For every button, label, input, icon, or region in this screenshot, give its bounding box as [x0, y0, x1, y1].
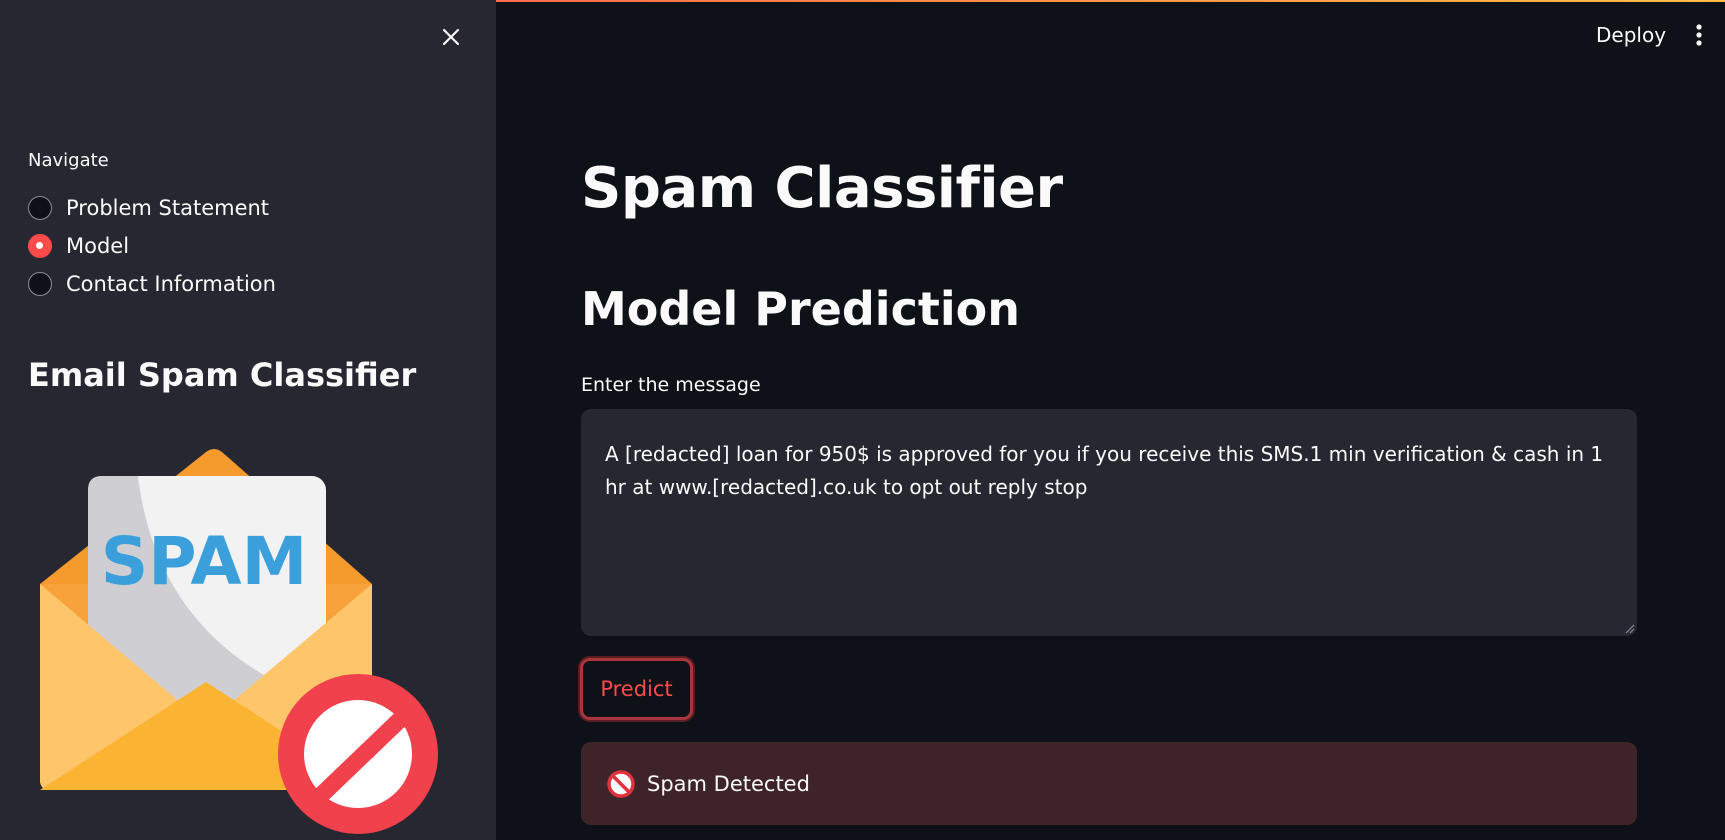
close-icon	[442, 28, 460, 46]
navigate-label: Navigate	[28, 150, 109, 171]
main-menu-button[interactable]	[1684, 18, 1714, 52]
radio-option-model[interactable]: Model	[28, 227, 276, 265]
radio-option-contact-information[interactable]: Contact Information	[28, 265, 276, 303]
spam-email-illustration: SPAM	[38, 434, 442, 838]
radio-button-selected[interactable]	[28, 234, 52, 258]
message-textarea[interactable]	[581, 409, 1637, 636]
predict-button[interactable]: Predict	[580, 658, 693, 720]
radio-option-problem-statement[interactable]: Problem Statement	[28, 189, 276, 227]
result-message: Spam Detected	[647, 771, 810, 796]
sidebar: Navigate Problem Statement Model Contact…	[0, 0, 496, 840]
spam-text: SPAM	[101, 523, 308, 600]
spam-result-alert: Spam Detected	[581, 742, 1637, 825]
deploy-button[interactable]: Deploy	[1588, 18, 1674, 52]
prohibited-icon	[607, 769, 635, 798]
close-sidebar-button[interactable]	[434, 20, 468, 54]
message-input-label: Enter the message	[581, 374, 761, 396]
radio-button[interactable]	[28, 272, 52, 296]
radio-label: Problem Statement	[66, 196, 270, 220]
radio-button[interactable]	[28, 196, 52, 220]
page-title: Spam Classifier	[581, 156, 1063, 221]
resize-handle-icon[interactable]	[1623, 622, 1635, 634]
more-vertical-icon	[1696, 24, 1702, 46]
navigation-radio-group: Problem Statement Model Contact Informat…	[28, 189, 276, 303]
sidebar-heading: Email Spam Classifier	[28, 356, 417, 394]
radio-label: Contact Information	[66, 272, 276, 296]
radio-label: Model	[66, 234, 130, 258]
section-title: Model Prediction	[581, 282, 1020, 336]
